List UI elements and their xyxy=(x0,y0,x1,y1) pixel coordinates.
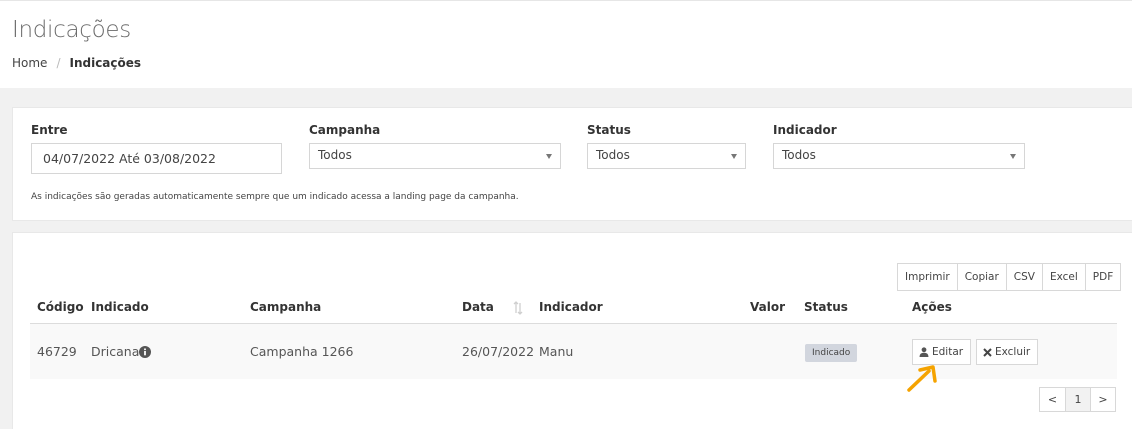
status-badge: Indicado xyxy=(805,344,858,362)
column-header-codigo[interactable]: Código xyxy=(37,300,84,314)
column-header-acoes: Ações xyxy=(912,300,952,314)
breadcrumb-separator: / xyxy=(56,56,61,70)
pagination-next-button[interactable]: > xyxy=(1090,388,1115,411)
info-circle-icon[interactable] xyxy=(139,346,151,358)
chevron-down-icon xyxy=(546,154,552,159)
cell-codigo: 46729 xyxy=(37,344,77,359)
status-select-value: Todos xyxy=(596,148,630,162)
csv-button[interactable]: CSV xyxy=(1005,264,1042,290)
status-select[interactable]: Todos xyxy=(587,143,746,169)
breadcrumb-home[interactable]: Home xyxy=(12,56,47,70)
export-button-group: Imprimir Copiar CSV Excel PDF xyxy=(897,263,1122,291)
annotation-arrow-icon xyxy=(907,365,937,392)
status-label: Status xyxy=(587,123,631,137)
delete-button-label: Excluir xyxy=(995,346,1031,358)
cell-campanha: Campanha 1266 xyxy=(250,344,354,359)
campanha-label: Campanha xyxy=(309,123,381,137)
indicador-label: Indicador xyxy=(773,123,837,137)
chevron-down-icon xyxy=(731,154,737,159)
pdf-button[interactable]: PDF xyxy=(1084,264,1121,290)
pagination-page-1[interactable]: 1 xyxy=(1065,388,1090,411)
column-header-campanha[interactable]: Campanha xyxy=(250,300,321,314)
page-title: Indicações xyxy=(12,17,131,43)
column-header-status[interactable]: Status xyxy=(804,300,848,314)
campanha-select[interactable]: Todos xyxy=(309,143,561,169)
filter-note: As indicações são geradas automaticament… xyxy=(31,192,519,202)
filter-panel: Entre 04/07/2022 Até 03/08/2022 Campanha… xyxy=(12,107,1132,221)
pagination: < 1 > xyxy=(1039,387,1116,412)
edit-button-label: Editar xyxy=(932,346,964,358)
print-button[interactable]: Imprimir xyxy=(898,264,957,290)
copy-button[interactable]: Copiar xyxy=(956,264,1006,290)
page-header: Indicações Home / Indicações xyxy=(0,0,1132,88)
indicador-select[interactable]: Todos xyxy=(773,143,1025,169)
cell-indicado: Dricana xyxy=(91,344,140,359)
indicador-select-value: Todos xyxy=(782,148,816,162)
column-header-data[interactable]: Data xyxy=(462,300,494,314)
breadcrumb-current: Indicações xyxy=(69,56,142,70)
sort-icon xyxy=(513,301,523,315)
user-icon xyxy=(919,347,929,357)
date-range-input[interactable]: 04/07/2022 Até 03/08/2022 xyxy=(31,143,282,174)
pagination-prev-button[interactable]: < xyxy=(1040,388,1065,411)
breadcrumb: Home / Indicações xyxy=(12,56,141,70)
times-icon xyxy=(983,347,992,357)
entre-label: Entre xyxy=(31,123,68,137)
column-header-indicado[interactable]: Indicado xyxy=(91,300,149,314)
column-header-valor[interactable]: Valor xyxy=(750,300,785,314)
column-header-indicador[interactable]: Indicador xyxy=(539,300,603,314)
chevron-down-icon xyxy=(1010,154,1016,159)
cell-indicador: Manu xyxy=(539,344,574,359)
excel-button[interactable]: Excel xyxy=(1041,264,1085,290)
cell-data: 26/07/2022 xyxy=(462,344,535,359)
delete-button[interactable]: Excluir xyxy=(976,339,1039,365)
campanha-select-value: Todos xyxy=(318,148,352,162)
